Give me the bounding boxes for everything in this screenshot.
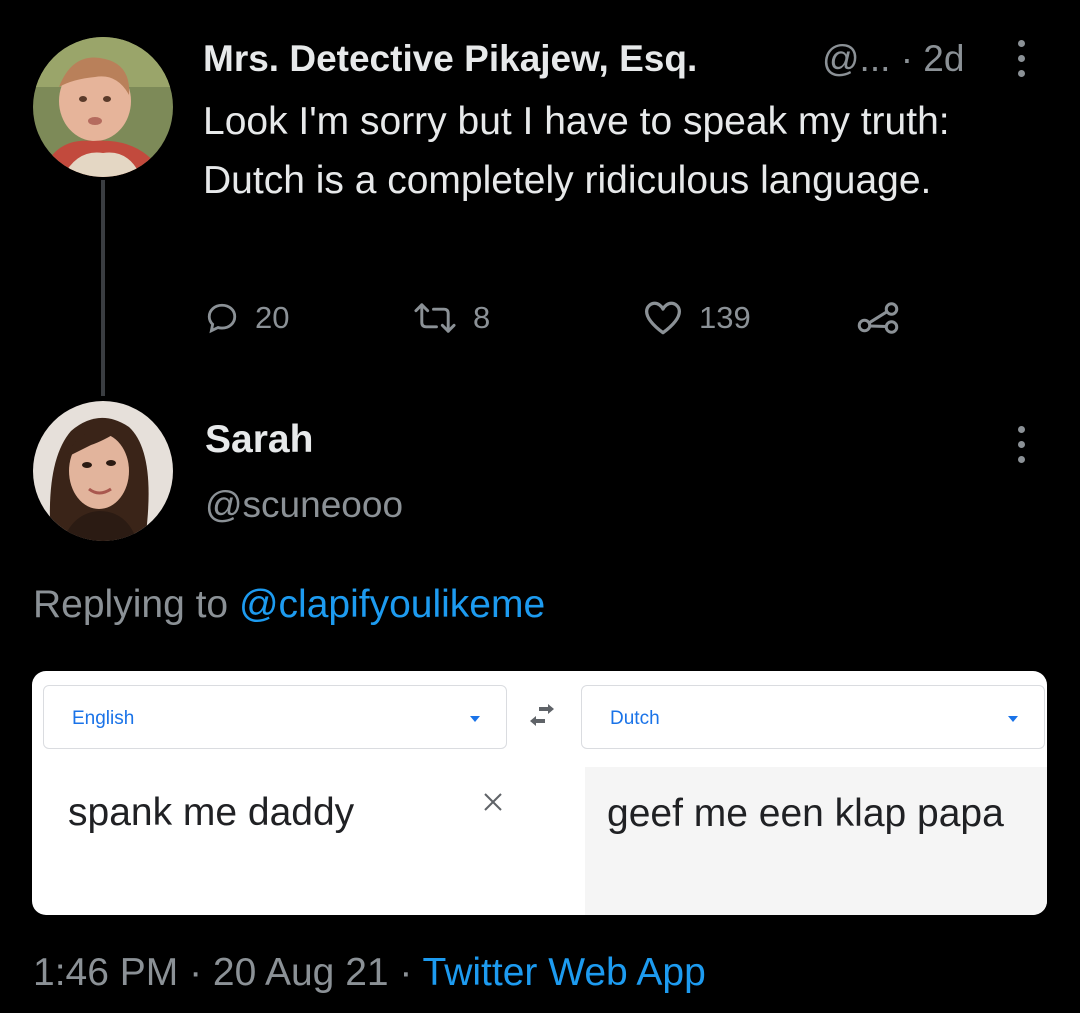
thread-connector-line (101, 180, 105, 396)
replying-to-label: Replying to (33, 583, 239, 626)
source-language-select: English (43, 685, 507, 749)
share-icon (857, 302, 899, 334)
author-name[interactable]: Mrs. Detective Pikajew, Esq. (203, 38, 697, 80)
reply-icon (207, 303, 237, 334)
source-language-label: English (72, 708, 135, 729)
heart-icon (645, 301, 681, 335)
retweet-icon (414, 303, 456, 333)
more-options-icon[interactable] (1010, 34, 1034, 84)
avatar-pikajew[interactable] (33, 37, 173, 177)
avatar-sarah[interactable] (33, 401, 173, 541)
retweet-button[interactable]: 8 (413, 298, 490, 338)
replying-to-mention[interactable]: @clapifyoulikeme (239, 583, 545, 626)
tweet-text: Look I'm sorry but I have to speak my tr… (203, 100, 950, 202)
reply-button[interactable]: 20 (205, 298, 289, 338)
author-handle[interactable]: @... (822, 38, 890, 79)
source-text: spank me daddy (68, 791, 355, 834)
translated-text: geef me een klap papa (607, 792, 1004, 835)
translation-image[interactable]: English Dutch spank me daddy geef me een… (32, 671, 1047, 915)
author-name[interactable]: Sarah (205, 418, 313, 462)
tweet-age[interactable]: · 2d (901, 38, 965, 79)
tweet-metadata: 1:46 PM · 20 Aug 21 · Twitter Web App (33, 951, 706, 995)
like-count: 139 (699, 300, 751, 335)
retweet-count: 8 (473, 300, 491, 335)
target-language-select: Dutch (581, 685, 1045, 749)
tweet-client[interactable]: Twitter Web App (423, 951, 706, 994)
close-icon (484, 793, 502, 811)
tweet-timestamp[interactable]: 1:46 PM · 20 Aug 21 · (33, 951, 423, 994)
chevron-down-icon (470, 716, 480, 722)
share-button[interactable] (855, 298, 917, 338)
swap-languages-icon (530, 704, 554, 726)
reply-count: 20 (255, 300, 290, 335)
author-handle[interactable]: @scuneooo (205, 484, 403, 526)
target-language-label: Dutch (610, 708, 660, 729)
more-options-icon[interactable] (1010, 420, 1034, 470)
like-button[interactable]: 139 (643, 298, 751, 338)
chevron-down-icon (1008, 716, 1018, 722)
replying-to: Replying to @clapifyoulikeme (33, 583, 545, 627)
author-handle-and-age[interactable]: @... · 2d (822, 38, 964, 80)
